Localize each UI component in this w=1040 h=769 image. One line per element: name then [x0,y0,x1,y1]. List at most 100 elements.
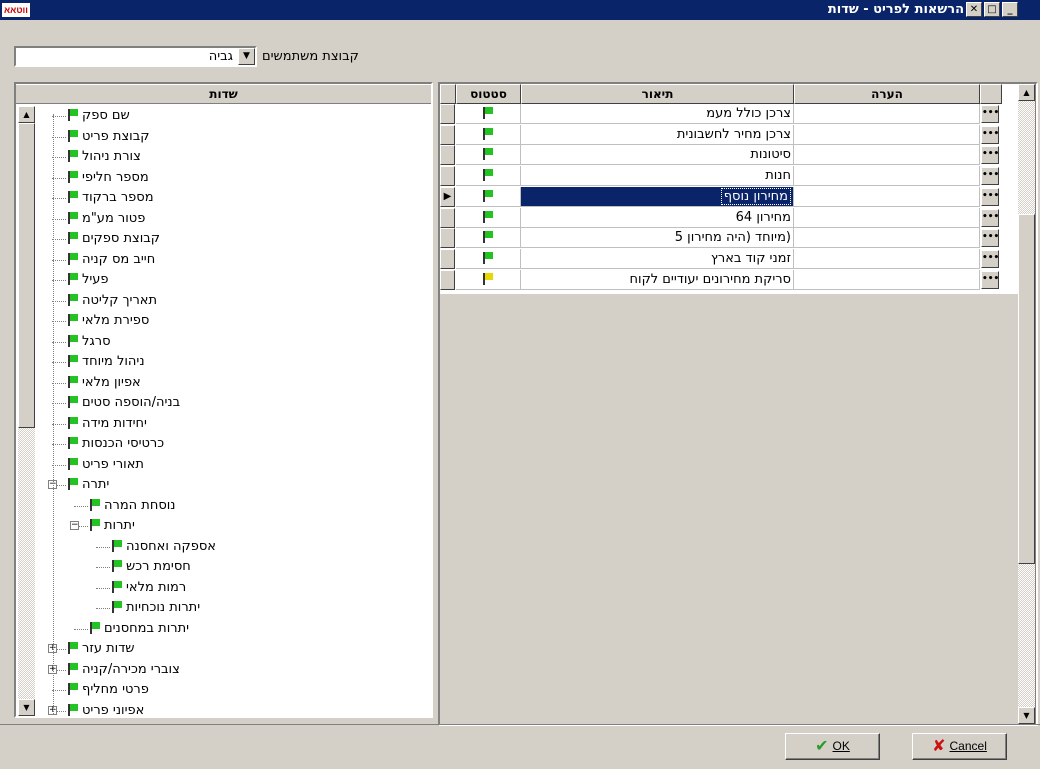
ellipsis-button[interactable]: ••• [981,270,999,289]
note-cell[interactable] [794,124,980,145]
status-cell[interactable] [456,166,521,187]
tree-item[interactable]: − יתרות [16,516,431,536]
tree-item[interactable]: קבוצת ספקים [16,229,431,249]
tree-item[interactable]: בניה/הוספה סטים [16,393,431,413]
tree-item[interactable]: חסימת רכש [16,557,431,577]
note-cell[interactable] [794,248,980,269]
ellipsis-button[interactable]: ••• [981,146,999,165]
note-cell[interactable] [794,145,980,166]
cancel-button[interactable]: ✘ Cancel [912,733,1007,760]
status-cell[interactable] [456,207,521,228]
status-cell[interactable] [456,186,521,207]
status-cell[interactable] [456,269,521,290]
flag-icon [68,191,78,203]
flag-icon [68,375,78,388]
ok-button[interactable]: ✔ OK [785,733,880,760]
note-cell[interactable] [794,104,980,124]
description-cell[interactable]: צרכן מחיר לחשבונית [521,124,794,145]
scroll-up-icon[interactable]: ▲ [1018,84,1035,101]
description-cell[interactable]: צרכן כולל מעמ [521,104,794,124]
tree-item-label: קבוצת ספקים [82,231,160,246]
description-cell[interactable]: זמני קוד בארץ [521,248,794,269]
note-cell[interactable] [794,166,980,187]
tree-item-label: תאריך קליטה [82,292,158,308]
grid-scrollbar[interactable]: ▲ ▼ [1018,84,1035,724]
ellipsis-button[interactable]: ••• [981,229,999,248]
tree-item[interactable]: קבוצת פריט [16,127,431,147]
description-cell[interactable]: חנות [521,166,794,187]
tree-item[interactable]: ספירת מלאי [16,311,431,331]
scroll-thumb[interactable] [18,123,35,428]
tree-item[interactable]: נוסחת המרה [16,496,431,516]
row-selector[interactable] [440,228,455,249]
tree-item[interactable]: רמות מלאי [16,578,431,598]
tree-header: שדות [16,84,431,104]
description-cell[interactable]: סיטונות [521,145,794,166]
tree-item[interactable]: + צוברי מכירה/קניה [16,660,431,680]
tree-item[interactable]: + אפיוני פריט [16,701,431,716]
tree-item[interactable]: − יתרה [16,475,431,495]
row-selector[interactable] [440,166,455,187]
tree-item[interactable]: יחידות מידה [16,414,431,434]
tree-item[interactable]: מספר ברקוד [16,188,431,208]
note-cell[interactable] [794,228,980,249]
status-cell[interactable] [456,124,521,145]
tree-scrollbar[interactable]: ▲ ▼ [18,106,35,716]
ellipsis-button[interactable]: ••• [981,249,999,268]
ellipsis-button[interactable]: ••• [981,167,999,186]
tree-item[interactable]: פרטי מחליף [16,680,431,700]
column-header-description[interactable]: תיאור [521,84,794,104]
description-cell[interactable]: מחירון נוסף [521,186,794,207]
minimize-button[interactable]: _ [1002,2,1018,17]
tree-item[interactable]: יתרות נוכחיות [16,598,431,618]
column-header-action [980,84,1002,104]
description-cell[interactable]: סריקת מחירונים יעודיים לקוח [521,269,794,290]
column-header-note[interactable]: הערה [794,84,980,104]
tree-item[interactable]: שם ספק [16,106,431,126]
scroll-up-icon[interactable]: ▲ [18,106,35,123]
tree-item[interactable]: תאריך קליטה [16,291,431,311]
note-cell[interactable] [794,207,980,228]
tree-item[interactable]: חייב מס קניה [16,250,431,270]
row-selector[interactable] [440,145,455,166]
row-selector[interactable] [440,269,455,290]
scroll-down-icon[interactable]: ▼ [1018,707,1035,724]
scroll-down-icon[interactable]: ▼ [18,699,35,716]
row-selector[interactable] [440,124,455,145]
tree-item[interactable]: פעיל [16,270,431,290]
tree-item[interactable]: ניהול מיוחד [16,352,431,372]
ellipsis-button[interactable]: ••• [981,208,999,227]
column-header-status[interactable]: סטטוס [456,84,521,104]
note-cell[interactable] [794,269,980,290]
row-selector[interactable] [440,207,455,228]
tree-item[interactable]: מספר חליפי [16,168,431,188]
tree-item[interactable]: תאורי פריט [16,455,431,475]
maximize-button[interactable]: □ [984,2,1000,17]
ellipsis-button[interactable]: ••• [981,105,999,123]
scroll-thumb[interactable] [1018,214,1035,564]
status-cell[interactable] [456,104,521,124]
row-selector[interactable] [440,104,455,124]
tree-item[interactable]: צורת ניהול [16,147,431,167]
ellipsis-button[interactable]: ••• [981,125,999,144]
tree-item[interactable]: יתרות במחסנים [16,619,431,639]
user-group-select[interactable]: גביה ▼ [14,46,257,67]
chevron-down-icon[interactable]: ▼ [238,48,255,65]
note-cell[interactable] [794,186,980,207]
status-cell[interactable] [456,145,521,166]
close-button[interactable]: ✕ [966,2,982,17]
row-selector[interactable]: ▶ [440,186,455,207]
description-cell[interactable]: מחירון 64 [521,207,794,228]
description-cell[interactable]: (מיוחד (היה מחירון 5 [521,228,794,249]
tree-item[interactable]: סרגל [16,332,431,352]
tree-item[interactable]: אספקה ואחסנה [16,537,431,557]
tree-item[interactable]: כרטיסי הכנסות [16,434,431,454]
status-cell[interactable] [456,228,521,249]
tree-item[interactable]: + שדות עזר [16,639,431,659]
ellipsis-button[interactable]: ••• [981,187,999,206]
status-cell[interactable] [456,248,521,269]
collapse-icon[interactable]: − [70,521,79,530]
row-selector[interactable] [440,248,455,269]
tree-item[interactable]: פטור מע"מ [16,209,431,229]
tree-item[interactable]: אפיון מלאי [16,373,431,393]
